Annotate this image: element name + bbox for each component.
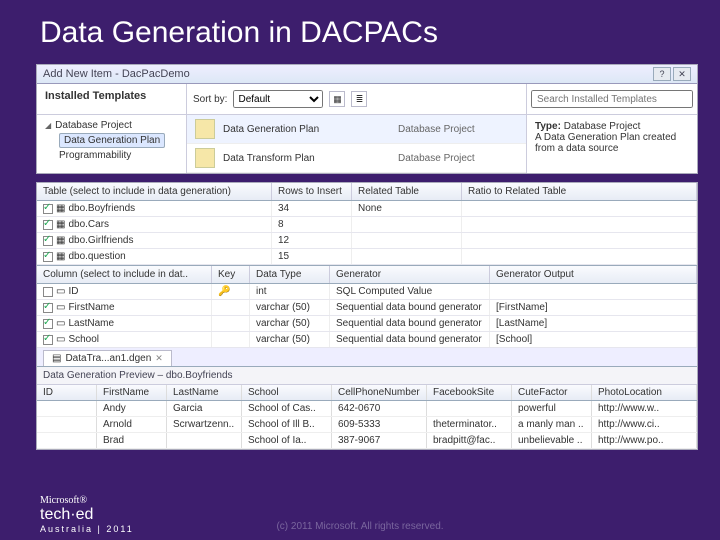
sort-label: Sort by: — [193, 94, 227, 105]
col-column[interactable]: Column (select to include in dat.. — [37, 266, 212, 283]
col-table[interactable]: Table (select to include in data generat… — [37, 183, 272, 200]
preview-row[interactable]: AndyGarcia School of Cas..642-0670 power… — [37, 401, 697, 417]
template-name: Data Transform Plan — [223, 153, 398, 164]
checkbox[interactable] — [43, 252, 53, 262]
template-item-datagen[interactable]: Data Generation Plan Database Project — [187, 115, 526, 144]
column-icon: ▭ — [56, 302, 65, 313]
installed-templates-pane: Installed Templates — [37, 84, 187, 114]
column-icon: ▭ — [56, 318, 65, 329]
template-icon — [195, 119, 215, 139]
template-list: Data Generation Plan Database Project Da… — [187, 115, 527, 173]
template-name: Data Generation Plan — [223, 124, 398, 135]
footer-logo: Microsoft® tech·ed Australia | 2011 — [40, 495, 134, 534]
file-icon: ▤ — [52, 353, 61, 364]
ph-cell[interactable]: CellPhoneNumber — [332, 385, 427, 400]
table-icon: ▦ — [56, 203, 65, 214]
template-item-transform[interactable]: Data Transform Plan Database Project — [187, 144, 526, 173]
preview-grid-header: ID FirstName LastName School CellPhoneNu… — [37, 385, 697, 401]
table-row[interactable]: ▦ dbo.Cars 8 — [37, 217, 697, 233]
tree-root[interactable]: ◢Database Project — [45, 119, 178, 132]
preview-row[interactable]: Brad School of Ia..387-9067bradpitt@fac.… — [37, 433, 697, 449]
table-row[interactable]: ▦ dbo.Boyfriends 34None — [37, 201, 697, 217]
tables-grid: Table (select to include in data generat… — [36, 182, 698, 450]
dialog-title: Add New Item - DacPacDemo — [43, 68, 651, 80]
dialog-titlebar: Add New Item - DacPacDemo ? ✕ — [37, 65, 697, 84]
checkbox[interactable] — [43, 220, 53, 230]
ph-cute[interactable]: CuteFactor — [512, 385, 592, 400]
ph-last[interactable]: LastName — [167, 385, 242, 400]
ph-first[interactable]: FirstName — [97, 385, 167, 400]
column-icon: ▭ — [56, 286, 65, 297]
search-input[interactable] — [531, 90, 693, 108]
checkbox[interactable] — [43, 303, 53, 313]
checkbox[interactable] — [43, 236, 53, 246]
template-icon — [195, 148, 215, 168]
ph-school[interactable]: School — [242, 385, 332, 400]
tree-item-datagen[interactable]: Data Generation Plan — [45, 132, 178, 149]
table-row[interactable]: ▦ dbo.question 15 — [37, 249, 697, 265]
tab-datagen-file[interactable]: ▤ DataTra...an1.dgen ✕ — [43, 350, 172, 366]
ph-fb[interactable]: FacebookSite — [427, 385, 512, 400]
slide-title: Data Generation in DACPACs — [0, 0, 720, 64]
view-list-icon[interactable]: ≣ — [351, 91, 367, 107]
preview-section-header: Data Generation Preview – dbo.Boyfriends — [37, 367, 697, 385]
sort-select[interactable]: Default — [233, 90, 323, 108]
tab-strip: ▤ DataTra...an1.dgen ✕ — [37, 348, 697, 367]
column-row[interactable]: ▭ School varchar (50)Sequential data bou… — [37, 332, 697, 348]
columns-grid-header: Column (select to include in dat.. Key D… — [37, 265, 697, 284]
template-description: Type: Database Project A Data Generation… — [527, 115, 697, 173]
column-row[interactable]: ▭ FirstName varchar (50)Sequential data … — [37, 300, 697, 316]
caret-icon: ◢ — [45, 121, 51, 130]
table-icon: ▦ — [56, 219, 65, 230]
table-row[interactable]: ▦ dbo.Girlfriends 12 — [37, 233, 697, 249]
table-icon: ▦ — [56, 235, 65, 246]
key-icon: 🔑 — [218, 286, 230, 297]
teched-logo: tech·ed — [40, 506, 134, 524]
column-row[interactable]: ▭ LastName varchar (50)Sequential data b… — [37, 316, 697, 332]
ph-photo[interactable]: PhotoLocation — [592, 385, 697, 400]
installed-templates-header: Installed Templates — [45, 90, 178, 102]
column-icon: ▭ — [56, 334, 65, 345]
col-key[interactable]: Key — [212, 266, 250, 283]
close-button[interactable]: ✕ — [673, 67, 691, 81]
checkbox[interactable] — [43, 287, 53, 297]
microsoft-label: Microsoft® — [40, 495, 134, 506]
sort-toolbar: Sort by: Default ▦ ≣ — [187, 84, 527, 114]
tables-grid-header: Table (select to include in data generat… — [37, 183, 697, 201]
template-category: Database Project — [398, 124, 518, 135]
col-rows[interactable]: Rows to Insert — [272, 183, 352, 200]
help-button[interactable]: ? — [653, 67, 671, 81]
col-related[interactable]: Related Table — [352, 183, 462, 200]
tree-item-programmability[interactable]: Programmability — [45, 149, 178, 162]
template-tree: ◢Database Project Data Generation Plan P… — [37, 115, 187, 173]
search-area — [527, 84, 697, 114]
table-icon: ▦ — [56, 251, 65, 262]
tab-close-icon[interactable]: ✕ — [155, 353, 163, 364]
view-medium-icon[interactable]: ▦ — [329, 91, 345, 107]
col-type[interactable]: Data Type — [250, 266, 330, 283]
checkbox[interactable] — [43, 204, 53, 214]
add-item-dialog: Add New Item - DacPacDemo ? ✕ Installed … — [36, 64, 698, 174]
preview-row[interactable]: ArnoldScrwartzenn.. School of Ill B..609… — [37, 417, 697, 433]
ph-id[interactable]: ID — [37, 385, 97, 400]
checkbox[interactable] — [43, 335, 53, 345]
col-ratio[interactable]: Ratio to Related Table — [462, 183, 697, 200]
column-row[interactable]: ▭ ID 🔑 intSQL Computed Value — [37, 284, 697, 300]
col-out[interactable]: Generator Output — [490, 266, 697, 283]
template-category: Database Project — [398, 153, 518, 164]
checkbox[interactable] — [43, 319, 53, 329]
col-gen[interactable]: Generator — [330, 266, 490, 283]
